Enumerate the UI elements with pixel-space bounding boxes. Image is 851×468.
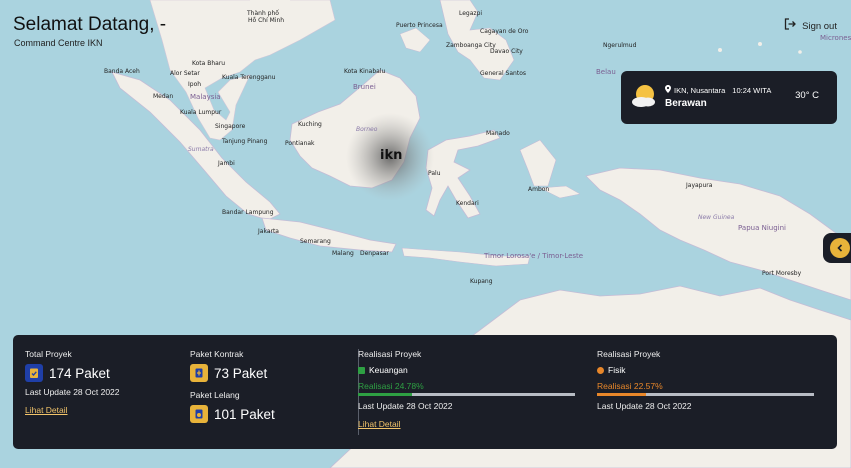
side-panel-toggle[interactable]: [823, 233, 851, 263]
orange-dot-icon: [597, 366, 604, 374]
weather-time: 10:24 WITA: [732, 85, 772, 95]
paket-lelang-label: Paket Lelang: [190, 390, 240, 400]
weather-location-row: IKN, Nusantara 10:24 WITA: [665, 85, 771, 95]
total-proyek-value: 174 Paket: [49, 365, 110, 381]
weather-location: IKN, Nusantara: [674, 85, 726, 95]
realisasi-keuangan-block: Realisasi Proyek Keuangan Realisasi 24.7…: [358, 349, 575, 432]
fisik-legend-label: Fisik: [608, 365, 626, 375]
map-label: Malaysia: [190, 93, 221, 101]
map-label: Pontianak: [285, 140, 315, 147]
map-label: Alor Setar: [170, 70, 200, 77]
map-label: Davao City: [490, 48, 523, 55]
total-proyek-detail-link[interactable]: Lihat Detail: [25, 405, 68, 415]
map-label: Jakarta: [258, 228, 279, 235]
map-label: Papua Niugini: [738, 224, 786, 232]
greeting-title: Selamat Datang, -: [13, 14, 167, 35]
map-label: Legazpi: [459, 10, 483, 17]
realisasi-keuangan-label: Realisasi Proyek: [358, 349, 422, 359]
keuangan-progress-fill: [358, 393, 412, 396]
paket-lelang-block: Paket Lelang 101 Paket: [190, 390, 275, 423]
sign-out-label: Sign out: [802, 20, 837, 32]
map-label: Port Moresby: [762, 270, 802, 277]
weather-condition: Berawan: [665, 98, 707, 109]
keuangan-percent: Realisasi 24.78%: [358, 381, 424, 391]
green-square-icon: [358, 366, 365, 374]
map-label: Jambi: [218, 160, 235, 167]
keuangan-legend: Keuangan: [358, 365, 575, 375]
fisik-progress-fill: [597, 393, 646, 396]
map-label: Borneo: [356, 126, 378, 133]
realisasi-fisik-block: Realisasi Proyek Fisik Realisasi 22.57% …: [597, 349, 814, 411]
weather-temperature: 30° C: [795, 90, 819, 101]
map-label: Puerto Princesa: [396, 22, 443, 29]
map-label: Brunei: [353, 83, 376, 91]
map-label: Zamboanga City: [446, 42, 496, 49]
partly-cloudy-icon: [630, 83, 658, 114]
map-label: Palu: [428, 170, 441, 177]
fisik-progress-bar: [597, 393, 814, 396]
map-label: Banda Aceh: [104, 68, 140, 75]
ikn-marker-label[interactable]: ikn: [380, 148, 402, 163]
keuangan-detail-link[interactable]: Lihat Detail: [358, 419, 401, 429]
paket-lelang-value: 101 Paket: [214, 406, 275, 422]
keuangan-legend-label: Keuangan: [369, 365, 408, 375]
keuangan-progress-bar: [358, 393, 575, 396]
fisik-legend: Fisik: [597, 365, 814, 375]
page-subtitle: Command Centre IKN: [14, 38, 103, 48]
map-label: Kupang: [470, 278, 493, 285]
summary-panel: Total Proyek 174 Paket Last Update 28 Oc…: [13, 335, 837, 449]
map-label: Kuala Lumpur: [180, 109, 222, 116]
paket-kontrak-value: 73 Paket: [214, 365, 268, 381]
chevron-left-icon[interactable]: [830, 238, 850, 258]
map-label: Denpasar: [360, 250, 389, 257]
map-label: Kota Kinabalu: [344, 68, 386, 75]
map-label: Kota Bharu: [192, 60, 226, 67]
map-label: Cagayan de Oro: [480, 28, 529, 35]
map-label: Medan: [153, 93, 174, 100]
map-label: Malang: [332, 250, 354, 257]
total-proyek-label: Total Proyek: [25, 349, 72, 359]
keuangan-updated: Last Update 28 Oct 2022: [358, 401, 453, 411]
realisasi-fisik-label: Realisasi Proyek: [597, 349, 661, 359]
map-label: Tanjung Pinang: [222, 138, 268, 145]
map-label: Jayapura: [686, 182, 713, 189]
clipboard-check-icon: [25, 364, 43, 382]
location-pin-icon: [665, 85, 671, 95]
map-label: Sumatra: [188, 146, 214, 153]
map-label: Ambon: [528, 186, 550, 193]
map-label: Semarang: [300, 238, 331, 245]
total-proyek-block: Total Proyek 174 Paket Last Update 28 Oc…: [25, 349, 120, 418]
weather-card: IKN, Nusantara 10:24 WITA Berawan 30° C: [621, 71, 837, 124]
map-label: Kendari: [456, 200, 479, 207]
map-label: Thành phố: [247, 10, 279, 17]
map-label: Belau: [596, 68, 616, 76]
map-label: Manado: [486, 130, 510, 137]
map-label: Singapore: [215, 123, 246, 130]
sign-out-icon: [784, 17, 797, 35]
map-label: Kuala Terengganu: [222, 74, 276, 81]
fisik-percent: Realisasi 22.57%: [597, 381, 663, 391]
map-label: Micronesi: [820, 34, 851, 42]
map-label: New Guinea: [698, 214, 735, 221]
fisik-updated: Last Update 28 Oct 2022: [597, 401, 692, 411]
sign-out-button[interactable]: Sign out: [784, 17, 837, 35]
map-label: Timor Lorosa'e / Timor-Leste: [484, 252, 584, 260]
paket-kontrak-block: Paket Kontrak 73 Paket: [190, 349, 267, 382]
map-label: Kuching: [298, 121, 322, 128]
paket-kontrak-label: Paket Kontrak: [190, 349, 244, 359]
contract-icon: [190, 364, 208, 382]
map-label: General Santos: [480, 70, 526, 77]
auction-icon: [190, 405, 208, 423]
map-label: Hồ Chí Minh: [248, 17, 285, 24]
map-label: Ngerulmud: [603, 42, 637, 49]
map-label: Ipoh: [188, 81, 202, 88]
total-proyek-updated: Last Update 28 Oct 2022: [25, 387, 120, 397]
map-label: Bandar Lampung: [222, 209, 274, 216]
